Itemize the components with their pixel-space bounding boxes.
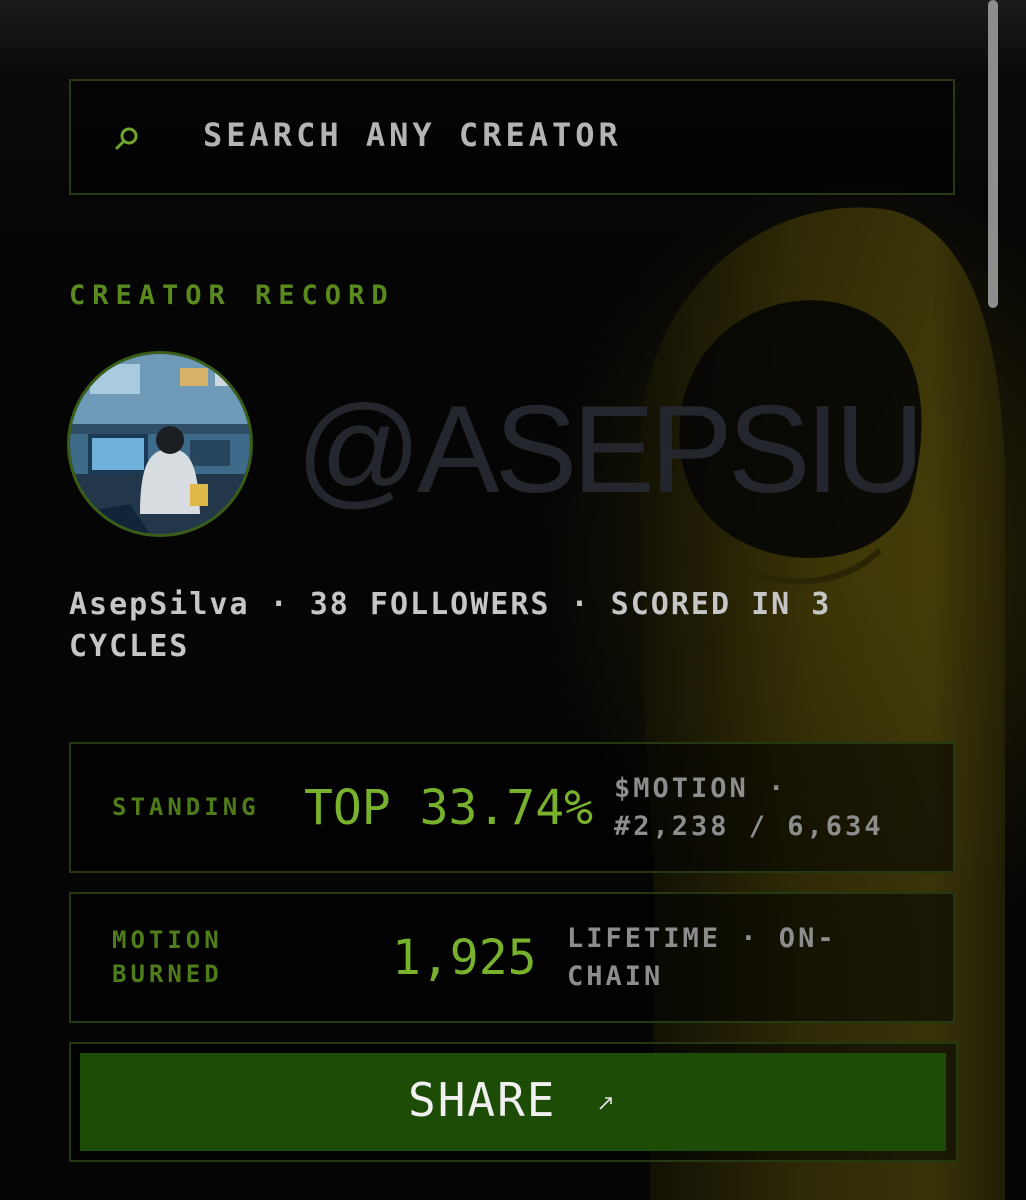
burned-label-line2: BURNED — [112, 960, 223, 988]
burned-label-line1: MOTION — [112, 926, 223, 954]
creator-meta: AsepSilva · 38 FOLLOWERS · SCORED IN 3 C… — [69, 587, 832, 664]
burned-sub-line1: LIFETIME · ON- — [567, 923, 837, 954]
avatar-illustration — [70, 354, 250, 534]
burned-value: 1,925 — [392, 930, 537, 986]
standing-sub-line1: $MOTION · — [614, 773, 788, 804]
share-button-label[interactable]: SHARE — [408, 1073, 556, 1127]
burned-sub-line2: CHAIN — [567, 961, 664, 992]
standing-label: STANDING — [112, 793, 260, 821]
search-icon[interactable] — [112, 124, 142, 154]
creator-handle: @ASEPSIU — [296, 381, 924, 519]
standing-sub-line2: #2,238 / 6,634 — [614, 811, 884, 842]
scrollbar[interactable] — [988, 0, 998, 308]
search-input[interactable]: SEARCH ANY CREATOR — [203, 116, 622, 154]
arrow-up-right-icon[interactable] — [598, 1095, 614, 1111]
section-title: CREATOR RECORD — [69, 280, 395, 311]
avatar — [67, 351, 253, 537]
standing-value: TOP 33.74% — [304, 780, 593, 836]
